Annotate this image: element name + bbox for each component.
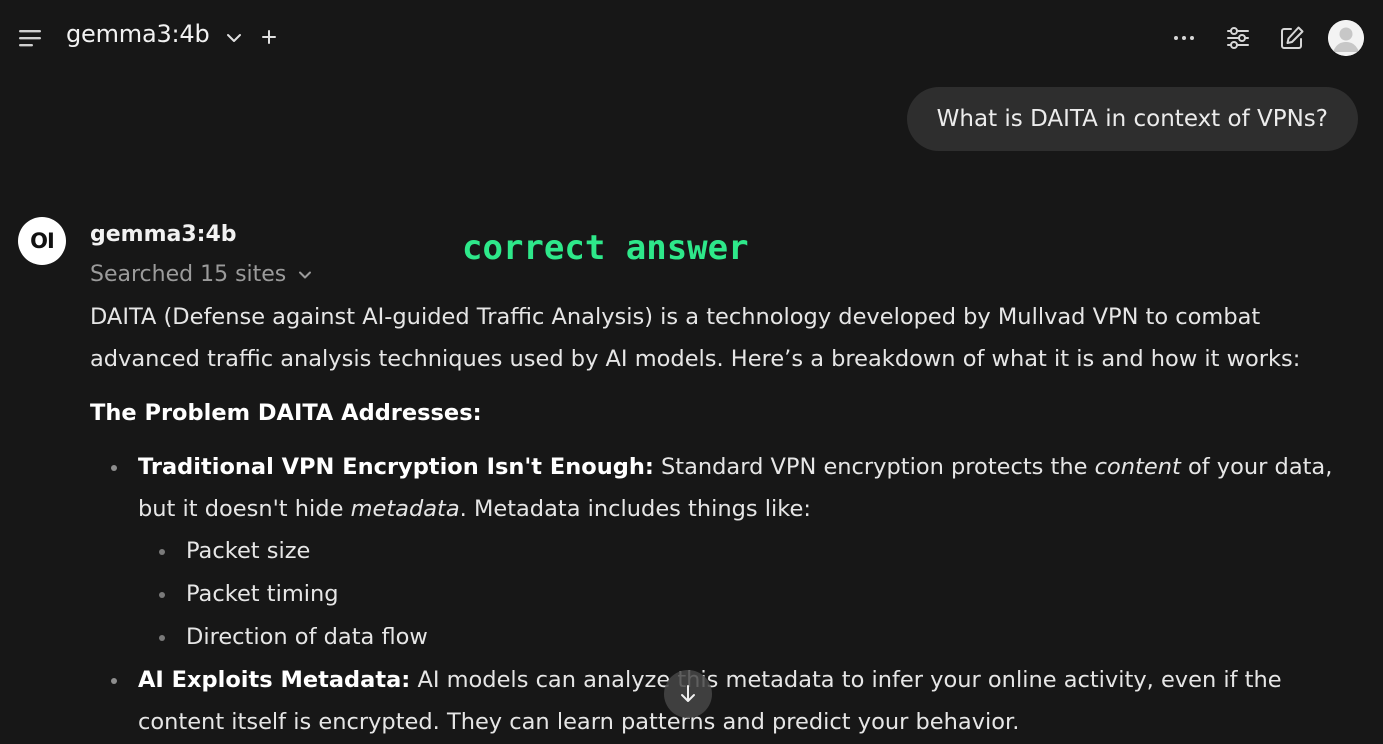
plus-icon[interactable] bbox=[258, 26, 280, 48]
edit-icon[interactable] bbox=[1276, 22, 1308, 54]
avatar[interactable] bbox=[1328, 20, 1364, 56]
sub-list-item: Packet size bbox=[159, 530, 1360, 573]
search-status-toggle[interactable]: Searched 15 sites bbox=[90, 262, 314, 287]
sliders-icon[interactable] bbox=[1222, 22, 1254, 54]
model-selector[interactable]: gemma3:4b bbox=[66, 20, 210, 48]
more-horizontal-icon[interactable] bbox=[1168, 22, 1200, 54]
bullet-text: Standard VPN encryption protects the bbox=[653, 454, 1095, 480]
bullet-emphasis: metadata bbox=[350, 496, 460, 522]
intro-paragraph: DAITA (Defense against AI-guided Traffic… bbox=[90, 304, 1301, 372]
assistant-model-name: gemma3:4b bbox=[90, 222, 237, 247]
bullet-text: . Metadata includes things like: bbox=[459, 496, 811, 522]
assistant-logo-text: OI bbox=[30, 229, 55, 253]
assistant-logo: OI bbox=[18, 217, 66, 265]
sub-list-item: Packet timing bbox=[159, 573, 1360, 616]
search-status-text: Searched 15 sites bbox=[90, 262, 287, 287]
sub-list: Packet size Packet timing Direction of d… bbox=[138, 530, 1360, 659]
bullet-lead: Traditional VPN Encryption Isn't Enough: bbox=[138, 454, 654, 480]
bullet-lead: AI Exploits Metadata: bbox=[138, 667, 411, 693]
user-message-bubble: What is DAITA in context of VPNs? bbox=[906, 87, 1358, 151]
list-item: AI Exploits Metadata: AI models can anal… bbox=[111, 659, 1360, 743]
overlay-label: correct answer bbox=[462, 228, 749, 268]
sub-list-item: Direction of data flow bbox=[159, 616, 1360, 659]
bullet-emphasis: content bbox=[1094, 454, 1181, 480]
chevron-down-icon[interactable] bbox=[224, 28, 244, 48]
section-title: The Problem DAITA Addresses: bbox=[90, 400, 482, 426]
list-item: Traditional VPN Encryption Isn't Enough:… bbox=[111, 446, 1360, 659]
arrow-down-icon bbox=[681, 685, 695, 702]
chevron-down-icon bbox=[299, 271, 312, 278]
bullet-list: Traditional VPN Encryption Isn't Enough:… bbox=[90, 446, 1360, 743]
scroll-to-bottom-button[interactable] bbox=[664, 670, 712, 718]
menu-icon[interactable] bbox=[14, 22, 46, 54]
assistant-response: DAITA (Defense against AI-guided Traffic… bbox=[90, 296, 1360, 743]
top-bar: gemma3:4b bbox=[0, 0, 1383, 76]
